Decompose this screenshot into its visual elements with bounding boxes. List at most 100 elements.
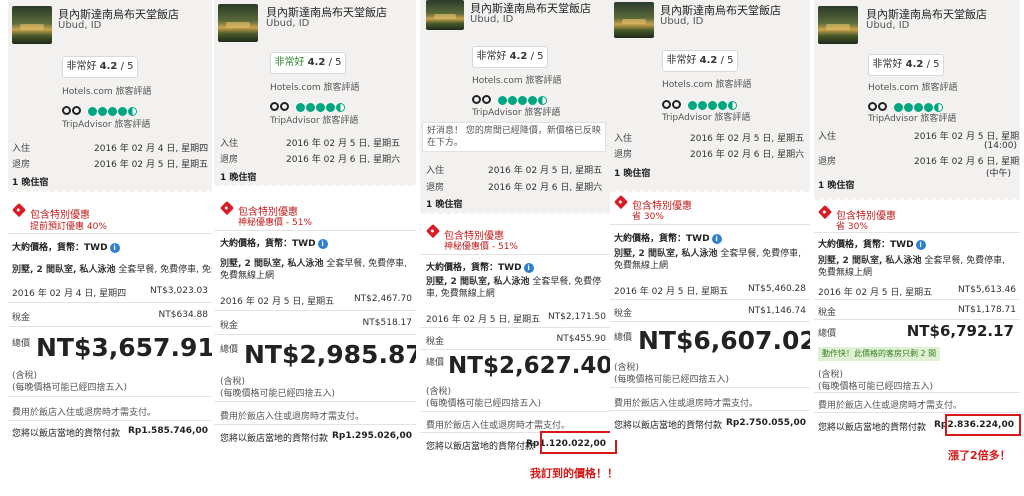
room-type: 別墅, 2 間臥室, 私人泳池 全套早餐, 免費停車, 免費無線上網 [614, 249, 801, 271]
total-label: 總價 [12, 339, 31, 349]
hotels-com-reviews-label: Hotels.com 旅客評語 [868, 83, 958, 93]
checkout-date: 2016 年 02 月 6 日, 星期六 [488, 183, 603, 193]
checkin-date: 2016 年 02 月 5 日, 星期五 [488, 166, 603, 176]
tax-amount: NT$1,146.74 [747, 306, 806, 316]
hotel-city: Ubud, ID [470, 14, 514, 25]
checkin-label: 入住 [426, 166, 445, 176]
hotel-thumbnail [12, 6, 52, 44]
checkin-label: 入住 [614, 134, 633, 144]
local-currency-label: 您將以飯店當地的貨幣付款 [614, 421, 723, 431]
pay-at-hotel-note: 費用於飯店入住或退房時才需支付。 [12, 408, 157, 418]
tax-amount: NT$634.88 [158, 310, 208, 320]
nightly-price: NT$2,467.70 [353, 294, 412, 304]
deal-tag-icon [219, 200, 235, 216]
night-date: 2016 年 02 月 4 日, 星期四 [12, 289, 127, 299]
rounding-note: (每晚價格可能已經四捨五入) [818, 382, 934, 392]
tax-label: 稅金 [426, 337, 445, 347]
hotels-com-rating: 非常好 4.2 / 5 [868, 54, 944, 76]
room-type: 別墅, 2 間臥室, 私人泳池 全套早餐, 免費停車, 免費無線上網 [220, 259, 407, 281]
hotel-thumbnail [818, 6, 858, 44]
deal-detail: 神秘優惠價 - 51% [444, 242, 518, 252]
room-type: 別墅, 2 間臥室, 私人泳池 全套早餐, 免費停車, 免費無線上網 [426, 277, 602, 299]
deal-detail: 提前預訂優惠 40% [30, 222, 107, 232]
tax-amount: NT$1,178.71 [957, 305, 1016, 315]
booked-price-annotation: 我訂到的價格！！ [530, 467, 618, 480]
deal-tag-icon [613, 194, 629, 210]
tripadvisor-reviews-label: TripAdvisor 旅客評語 [662, 113, 751, 123]
night-date: 2016 年 02 月 5 日, 星期五 [426, 315, 541, 325]
local-currency-amount: Rp1.295.026,00 [332, 431, 412, 441]
hotels-com-reviews-label: Hotels.com 旅客評語 [662, 80, 752, 90]
total-price: NT$2,627.40 [448, 353, 610, 379]
deal-tag-icon [11, 202, 27, 218]
checkin-label: 入住 [220, 139, 239, 149]
info-icon[interactable]: i [109, 242, 120, 253]
booking-summary-panel-4: 貝內斯達南烏布天堂飯店 Ubud, ID 非常好 4.2 / 5 Hotels.… [610, 0, 810, 440]
rounding-note: (每晚價格可能已經四捨五入) [614, 375, 730, 385]
price-currency-label: 大約價格，貨幣：TWD i [12, 240, 120, 253]
nights-count: 1 晚住宿 [426, 200, 463, 210]
hotels-com-rating: 非常好 4.2 / 5 [662, 50, 738, 72]
hotels-com-reviews-label: Hotels.com 旅客評語 [270, 83, 360, 93]
checkin-date: 2016 年 02 月 5 日, 星期五 [690, 134, 805, 144]
hotels-com-reviews-label: Hotels.com 旅客評語 [472, 76, 562, 86]
hotel-city: Ubud, ID [866, 20, 910, 31]
nights-count: 1 晚住宿 [12, 178, 49, 188]
checkin-time: (14:00) [984, 141, 1017, 151]
booking-summary-panel-3: 貝內斯達南烏布天堂飯店 Ubud, ID 非常好 4.2 / 5 Hotels.… [420, 0, 610, 458]
rounding-note: (每晚價格可能已經四捨五入) [426, 399, 542, 409]
local-currency-amount: Rp1.585.746,00 [128, 426, 208, 436]
deal-detail: 神秘優惠價 - 51% [238, 218, 312, 228]
hotels-com-rating: 非常好 4.2 / 5 [62, 56, 138, 78]
rounding-note: (每晚價格可能已經四捨五入) [12, 383, 128, 393]
local-currency-label: 您將以飯店當地的貨幣付款 [12, 429, 121, 439]
hotel-thumbnail [218, 4, 258, 42]
info-icon[interactable]: i [915, 239, 926, 250]
tripadvisor-reviews-label: TripAdvisor 旅客評語 [62, 120, 151, 130]
info-icon[interactable]: i [317, 238, 328, 249]
total-label: 總價 [818, 329, 837, 339]
checkout-date: 2016 年 02 月 5 日, 星期五 [94, 160, 209, 170]
checkout-time: (中午) [986, 169, 1012, 179]
tax-label: 稅金 [220, 321, 239, 331]
total-label: 總價 [614, 333, 633, 343]
price-currency-label: 大約價格，貨幣：TWD i [614, 231, 722, 244]
local-currency-amount: Rp2.750.055,00 [726, 418, 806, 428]
total-price: NT$6,792.17 [906, 322, 1014, 340]
booking-summary-panel-1: 貝內斯達南烏布天堂飯店 Ubud, ID 非常好 4.2 / 5 Hotels.… [8, 0, 212, 440]
pay-at-hotel-note: 費用於飯店入住或退房時才需支付。 [220, 412, 365, 422]
total-label: 總價 [426, 358, 445, 368]
checkin-label: 入住 [12, 144, 31, 154]
checkout-date: 2016 年 02 月 6 日, 星期六 [286, 155, 401, 165]
price-drop-notice: 好消息！ 您的房間已經降價，新價格已反映在下方。 [422, 122, 606, 152]
hotel-city: Ubud, ID [58, 20, 102, 31]
checkin-date: 2016 年 02 月 5 日, 星期五 [286, 139, 401, 149]
hotel-thumbnail [614, 2, 654, 38]
total-label: 總價 [220, 345, 239, 355]
total-price: NT$3,657.91 [36, 333, 212, 362]
doubled-price-annotation: 漲了2倍多！ [948, 449, 1011, 462]
deal-detail: 省 30% [836, 222, 868, 232]
nightly-price: NT$5,613.46 [957, 285, 1016, 295]
checkout-label: 退房 [220, 155, 239, 165]
checkin-label: 入住 [818, 132, 837, 142]
tax-label: 稅金 [614, 309, 633, 319]
pay-at-hotel-note: 費用於飯店入住或退房時才需支付。 [818, 401, 963, 411]
info-icon[interactable]: i [523, 262, 534, 273]
tax-label: 稅金 [818, 308, 837, 318]
hotels-com-rating: 非常好 4.2 / 5 [472, 46, 548, 68]
night-date: 2016 年 02 月 5 日, 星期五 [220, 297, 335, 307]
nightly-price: NT$3,023.03 [149, 286, 208, 296]
hotel-thumbnail [426, 0, 464, 30]
checkin-date: 2016 年 02 月 4 日, 星期四 [94, 144, 209, 154]
total-price: NT$6,607.02 [638, 326, 810, 355]
hotels-com-reviews-label: Hotels.com 旅客評語 [62, 87, 152, 97]
nights-count: 1 晚住宿 [220, 173, 257, 183]
pay-at-hotel-note: 費用於飯店入住或退房時才需支付。 [426, 421, 571, 431]
increased-price-highlight [945, 414, 1021, 436]
tripadvisor-reviews-label: TripAdvisor 旅客評語 [868, 114, 957, 124]
deal-detail: 省 30% [632, 212, 664, 222]
room-type: 別墅, 2 間臥室, 私人泳池 全套早餐, 免費停車, 免費無線上網 [12, 265, 212, 275]
info-icon[interactable]: i [711, 233, 722, 244]
room-type: 別墅, 2 間臥室, 私人泳池 全套早餐, 免費停車, 免費無線上網 [818, 256, 1005, 278]
